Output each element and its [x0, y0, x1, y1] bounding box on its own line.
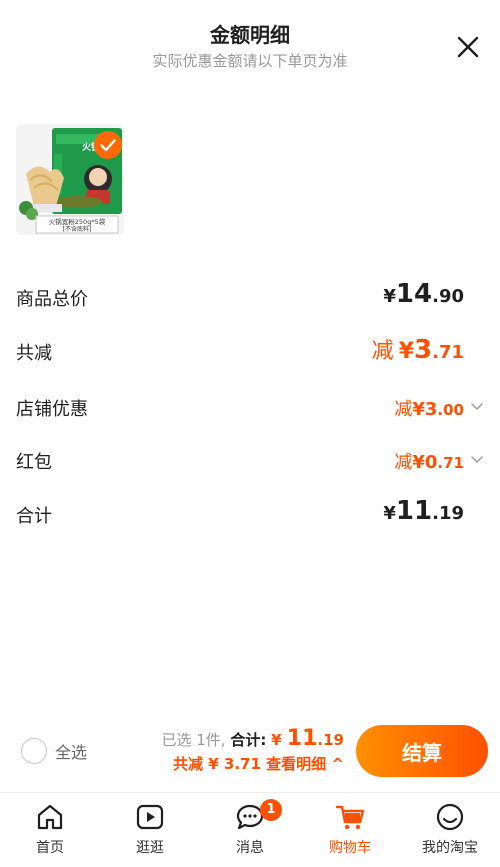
tab-profile[interactable]: 我的淘宝	[400, 801, 500, 857]
select-all-toggle[interactable]: 全选	[21, 738, 87, 764]
select-all-checkbox[interactable]	[21, 738, 47, 764]
row-grand-total: 合计 ¥11.19	[16, 496, 484, 536]
tab-home[interactable]: 首页	[0, 801, 100, 857]
row-label: 红包	[16, 452, 52, 473]
bottom-tabbar: 首页 逛逛 1 消息 购物车 我的淘宝	[0, 792, 500, 867]
row-value: 减¥0.71	[394, 452, 464, 473]
checkout-bar: 全选 已选 1件, 合计: ¥ 11.19 共减 ¥ 3.71 查看明细 ^ 结…	[0, 712, 500, 792]
tab-label: 购物车	[329, 840, 371, 856]
tab-label: 首页	[36, 840, 64, 856]
view-details-link[interactable]: 查看明细 ^	[266, 755, 344, 773]
row-label: 店铺优惠	[16, 399, 88, 420]
close-icon[interactable]	[454, 33, 482, 61]
row-goods-total: 商品总价 ¥14.90	[16, 279, 484, 319]
row-store-discount[interactable]: 店铺优惠 减¥3.00	[16, 389, 484, 429]
profile-icon	[436, 803, 464, 831]
tab-label: 我的淘宝	[422, 840, 478, 856]
product-caption-line1: 火锅宽粉250g*5袋	[49, 217, 106, 226]
order-summary: 已选 1件, 合计: ¥ 11.19 共减 ¥ 3.71 查看明细 ^	[161, 726, 344, 774]
chevron-down-icon[interactable]	[470, 399, 484, 413]
tab-label: 逛逛	[136, 840, 164, 856]
row-red-packet[interactable]: 红包 减¥0.71	[16, 442, 484, 482]
cart-icon	[335, 805, 365, 830]
tab-label: 消息	[236, 840, 264, 856]
message-badge: 1	[260, 799, 282, 821]
tab-messages[interactable]: 1 消息	[200, 799, 300, 857]
row-value: ¥11.19	[383, 496, 464, 526]
discount-summary: 共减 ¥ 3.71	[173, 755, 261, 773]
product-caption-line2: [不含底料]	[63, 225, 92, 233]
play-icon	[136, 804, 164, 830]
checkout-button[interactable]: 结算	[356, 725, 488, 777]
row-label: 商品总价	[16, 289, 88, 310]
tab-explore[interactable]: 逛逛	[100, 801, 200, 857]
chevron-up-icon: ^	[331, 755, 344, 773]
checkmark-icon[interactable]	[94, 131, 122, 159]
row-value: 减¥3.00	[394, 399, 464, 420]
row-value: ¥14.90	[383, 279, 464, 309]
row-total-discount: 共减 减 ¥3.71	[16, 333, 484, 373]
home-icon	[37, 804, 63, 830]
detail-header: 金额明细 实际优惠金额请以下单页为准	[0, 0, 500, 90]
chevron-down-icon[interactable]	[470, 452, 484, 466]
select-all-label: 全选	[55, 743, 88, 762]
row-value: 减 ¥3.71	[371, 335, 464, 365]
total-label: 合计:	[230, 731, 267, 749]
row-label: 合计	[16, 506, 52, 527]
page-title: 金额明细	[210, 23, 290, 47]
page-subtitle: 实际优惠金额请以下单页为准	[152, 52, 348, 70]
total-amount: ¥ 11.19	[271, 726, 344, 751]
selected-count: 已选 1件,	[161, 731, 226, 749]
tab-cart[interactable]: 购物车	[300, 801, 400, 857]
row-label: 共减	[16, 343, 52, 364]
